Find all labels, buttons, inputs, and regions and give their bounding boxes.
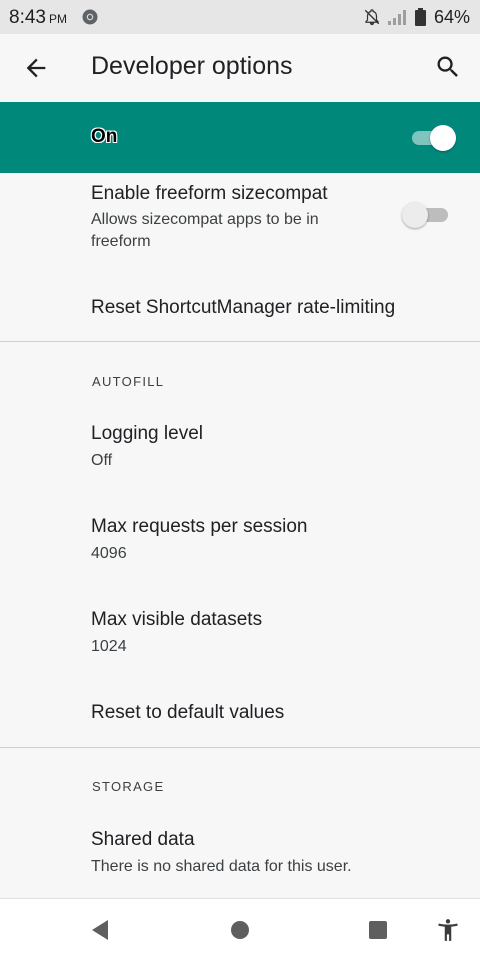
section-divider bbox=[0, 341, 480, 342]
master-switch-label: On bbox=[91, 126, 118, 147]
setting-summary: There is no shared data for this user. bbox=[91, 858, 352, 875]
battery-percentage: 64% bbox=[433, 6, 470, 27]
chrome-icon bbox=[82, 9, 98, 25]
section-header-storage: STORAGE bbox=[92, 779, 165, 794]
status-ampm: PM bbox=[48, 12, 67, 26]
setting-max-visible-datasets[interactable]: Max visible datasets 1024 bbox=[0, 595, 480, 675]
master-toggle-switch[interactable] bbox=[410, 124, 456, 152]
navigation-bar bbox=[0, 898, 480, 961]
setting-max-requests-per-session[interactable]: Max requests per session 4096 bbox=[0, 502, 480, 582]
back-triangle-icon[interactable] bbox=[88, 917, 114, 943]
freeform-toggle-switch[interactable] bbox=[402, 201, 450, 229]
freeform-toggle-thumb bbox=[402, 202, 428, 228]
setting-title: Max visible datasets bbox=[91, 609, 263, 630]
setting-reset-to-default-values[interactable]: Reset to default values bbox=[0, 688, 480, 748]
arrow-left-icon[interactable] bbox=[22, 54, 50, 82]
page-title: Developer options bbox=[91, 52, 293, 80]
status-time: 8:43 PM bbox=[9, 7, 67, 28]
notifications-off-icon bbox=[364, 9, 380, 26]
status-right-icons: 64% bbox=[363, 6, 470, 28]
settings-list: Enable freeform sizecompat Allows sizeco… bbox=[0, 173, 480, 898]
status-bar: 8:43 PM 64% bbox=[0, 0, 480, 34]
setting-summary: Allows sizecompat apps to be in freeform bbox=[91, 211, 319, 250]
setting-reset-shortcutmanager[interactable]: Reset ShortcutManager rate-limiting bbox=[0, 283, 480, 341]
setting-title: Reset to default values bbox=[91, 702, 285, 723]
setting-title: Reset ShortcutManager rate-limiting bbox=[91, 297, 396, 318]
setting-value: 1024 bbox=[91, 638, 127, 655]
signal-icon bbox=[387, 10, 406, 25]
recents-square-icon[interactable] bbox=[365, 917, 391, 943]
setting-shared-data[interactable]: Shared data There is no shared data for … bbox=[0, 815, 480, 895]
app-bar: Developer options bbox=[0, 34, 480, 102]
master-switch-bar[interactable]: On bbox=[0, 102, 480, 173]
setting-enable-freeform-sizecompat[interactable]: Enable freeform sizecompat Allows sizeco… bbox=[0, 173, 480, 283]
accessibility-icon[interactable] bbox=[435, 917, 461, 943]
battery-icon bbox=[414, 8, 426, 26]
setting-logging-level[interactable]: Logging level Off bbox=[0, 409, 480, 489]
setting-title: Logging level bbox=[91, 423, 203, 444]
search-icon[interactable] bbox=[434, 53, 462, 81]
setting-title: Enable freeform sizecompat bbox=[91, 183, 328, 204]
setting-value: 4096 bbox=[91, 545, 127, 562]
section-header-autofill: AUTOFILL bbox=[92, 374, 165, 389]
home-circle-icon[interactable] bbox=[227, 917, 253, 943]
section-divider bbox=[0, 747, 480, 748]
setting-title: Max requests per session bbox=[91, 516, 308, 537]
setting-value: Off bbox=[91, 452, 113, 469]
master-toggle-thumb bbox=[430, 125, 456, 151]
setting-title: Shared data bbox=[91, 829, 195, 850]
